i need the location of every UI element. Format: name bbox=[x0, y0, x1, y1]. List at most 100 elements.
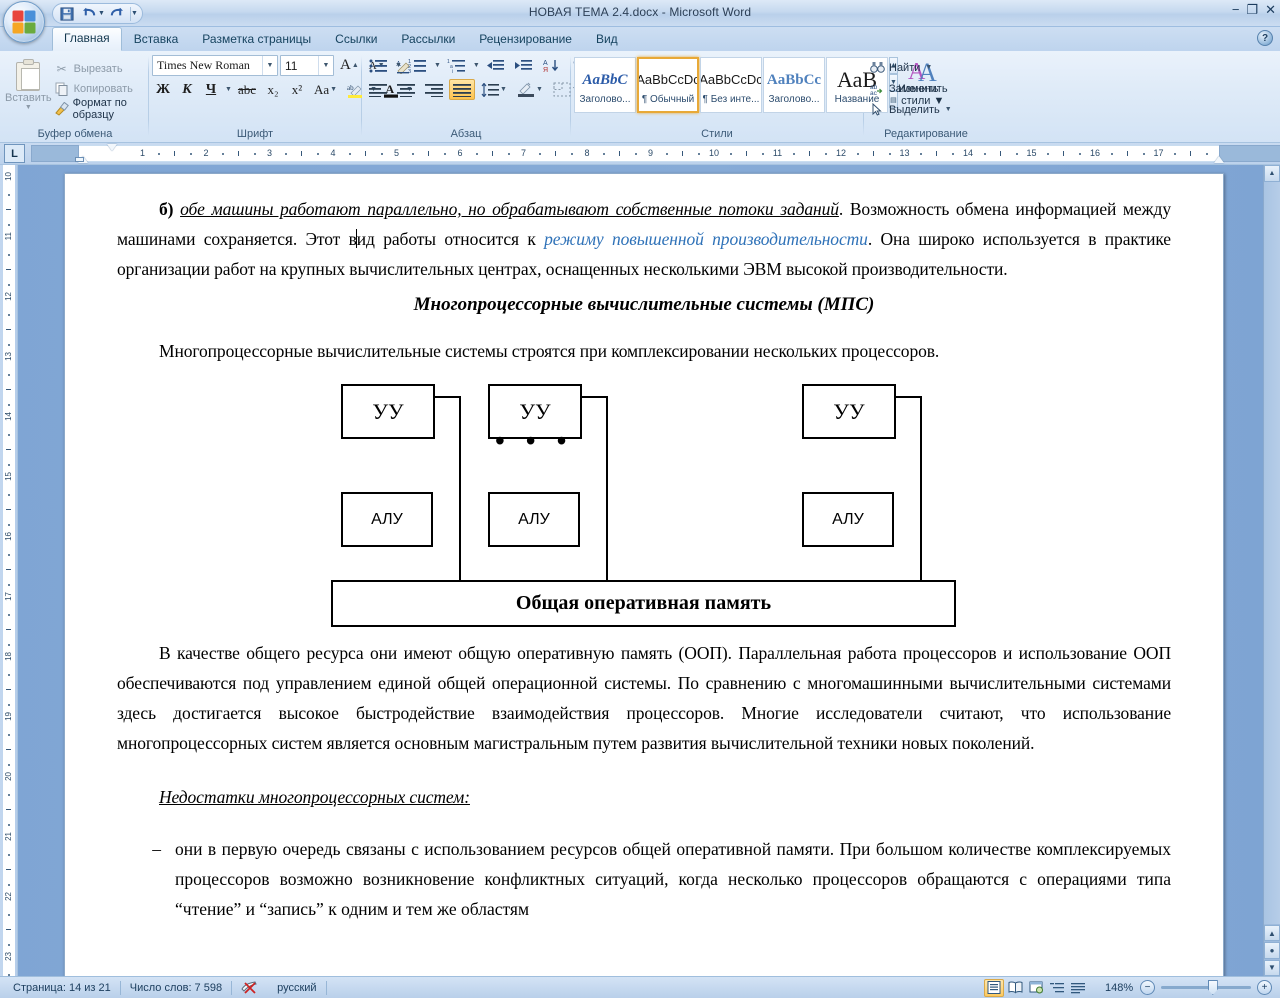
decrease-indent-icon[interactable] bbox=[482, 55, 508, 76]
font-name-chevron-down-icon[interactable]: ▼ bbox=[262, 56, 277, 75]
style-item-2[interactable]: AaBbCcDc ¶ Без инте... bbox=[700, 57, 762, 113]
next-page-icon[interactable]: ▼ bbox=[1264, 959, 1280, 976]
office-button[interactable] bbox=[3, 1, 45, 43]
language-status[interactable]: русский bbox=[268, 979, 325, 997]
select-browse-object-icon[interactable]: ● bbox=[1264, 942, 1280, 959]
close-button[interactable]: ✕ bbox=[1265, 3, 1276, 16]
draft-icon[interactable] bbox=[1068, 979, 1088, 997]
vertical-ruler[interactable]: 10 11 12 13 14 15 16 17 18 19 20 21 22 23 bbox=[0, 165, 18, 976]
shading-icon[interactable]: ▼ bbox=[513, 79, 547, 100]
ruler-left-margin-zone[interactable] bbox=[31, 145, 79, 162]
paste-dropdown-icon[interactable]: ▼ bbox=[25, 104, 32, 112]
left-indent-marker[interactable] bbox=[75, 157, 84, 162]
full-screen-reading-icon[interactable] bbox=[1005, 979, 1025, 997]
bullet-list-icon[interactable] bbox=[365, 55, 392, 76]
outline-icon[interactable] bbox=[1047, 979, 1067, 997]
previous-page-icon[interactable]: ▲ bbox=[1264, 925, 1280, 942]
multilevel-chevron-down-icon[interactable]: ▼ bbox=[473, 62, 480, 69]
line-spacing-icon[interactable]: ▼ bbox=[477, 79, 511, 100]
tab-vstavka[interactable]: Вставка bbox=[122, 28, 191, 51]
restore-button[interactable]: ❐ bbox=[1246, 3, 1258, 16]
right-indent-marker[interactable] bbox=[1214, 156, 1224, 163]
grow-font-button[interactable]: A ▲ bbox=[336, 55, 363, 76]
save-icon[interactable] bbox=[57, 5, 77, 23]
strikethrough-button[interactable]: abc bbox=[234, 79, 260, 100]
shared-memory-box[interactable]: Общая оперативная память bbox=[331, 580, 956, 627]
align-right-icon[interactable] bbox=[421, 79, 447, 100]
page-number-status[interactable]: Страница: 14 из 21 bbox=[4, 979, 120, 997]
minimize-button[interactable]: − bbox=[1232, 3, 1240, 16]
change-case-button[interactable]: Aa ▼ bbox=[310, 79, 341, 100]
font-size-combo[interactable]: 11 ▼ bbox=[280, 55, 334, 76]
redo-icon[interactable] bbox=[107, 5, 127, 23]
zoom-slider[interactable]: − + bbox=[1140, 980, 1272, 995]
first-line-indent-marker[interactable] bbox=[106, 144, 117, 151]
font-name-combo[interactable]: Times New Roman ▼ bbox=[152, 55, 278, 76]
tab-rassylki[interactable]: Рассылки bbox=[389, 28, 467, 51]
bullets-chevron-down-icon[interactable]: ▼ bbox=[395, 62, 402, 69]
find-button[interactable]: Найти ▼ bbox=[867, 58, 956, 77]
scroll-up-icon[interactable]: ▲ bbox=[1264, 165, 1280, 182]
font-size-chevron-down-icon[interactable]: ▼ bbox=[318, 56, 333, 75]
web-layout-icon[interactable] bbox=[1026, 979, 1046, 997]
undo-icon[interactable] bbox=[79, 5, 99, 23]
vruler-minor-tick bbox=[6, 449, 11, 450]
alu-box-3[interactable]: АЛУ bbox=[802, 492, 894, 547]
superscript-button[interactable]: x² bbox=[286, 79, 308, 100]
vruler-minor-tick bbox=[6, 509, 11, 510]
customize-icon[interactable]: ▼ bbox=[131, 10, 138, 17]
multilevel-list-icon[interactable]: 1 a i bbox=[443, 55, 470, 76]
increase-indent-icon[interactable] bbox=[510, 55, 536, 76]
alu-box-2[interactable]: АЛУ bbox=[488, 492, 580, 547]
zoom-level-label[interactable]: 148% bbox=[1096, 979, 1140, 997]
vertical-scroll-track[interactable] bbox=[1264, 182, 1280, 924]
document-page[interactable]: б) обе машины работают параллельно, но о… bbox=[64, 173, 1224, 976]
zoom-in-button[interactable]: + bbox=[1257, 980, 1272, 995]
ruler-track[interactable]: 1 2 3 4 5 6 7 8 9 10 11 12 13 14 15 16 17 bbox=[31, 144, 1280, 163]
tab-recenzirovanie[interactable]: Рецензирование bbox=[467, 28, 584, 51]
tab-stop-selector[interactable]: L bbox=[4, 144, 25, 163]
vertical-scrollbar[interactable]: ▲ ▲ ● ▼ bbox=[1263, 165, 1280, 976]
zoom-thumb[interactable] bbox=[1207, 980, 1218, 995]
ruler-right-margin-zone[interactable] bbox=[1219, 145, 1280, 162]
alu-box-1[interactable]: АЛУ bbox=[341, 492, 433, 547]
numbered-list-icon[interactable]: 1 2 3 bbox=[404, 55, 431, 76]
tab-glavnaya[interactable]: Главная bbox=[52, 27, 122, 51]
style-item-3[interactable]: AaBbCc Заголово... bbox=[763, 57, 825, 113]
copy-button[interactable]: Копировать bbox=[52, 79, 145, 98]
control-unit-box-1[interactable]: УУ bbox=[341, 384, 435, 439]
control-unit-box-3[interactable]: УУ bbox=[802, 384, 896, 439]
subscript-button[interactable]: x₂ bbox=[262, 79, 284, 100]
align-justify-icon[interactable] bbox=[449, 79, 475, 100]
tab-razmetka-stranicy[interactable]: Разметка страницы bbox=[190, 28, 323, 51]
print-layout-icon[interactable] bbox=[984, 978, 1004, 997]
mps-architecture-diagram[interactable]: УУ УУ УУ • • • АЛУ АЛУ АЛУ Общая операти… bbox=[117, 380, 1171, 632]
word-count-status[interactable]: Число слов: 7 598 bbox=[121, 979, 231, 997]
replace-button[interactable]: ab ac Заменить bbox=[867, 79, 956, 98]
select-button[interactable]: Выделить ▼ bbox=[867, 100, 956, 119]
help-icon[interactable]: ? bbox=[1257, 30, 1273, 46]
align-center-icon[interactable] bbox=[393, 79, 419, 100]
numbering-chevron-down-icon[interactable]: ▼ bbox=[434, 62, 441, 69]
style-item-0[interactable]: AaBbC Заголово... bbox=[574, 57, 636, 113]
proofing-errors-icon[interactable] bbox=[232, 979, 268, 997]
paste-button[interactable]: Вставить ▼ bbox=[5, 55, 52, 112]
underline-button[interactable]: Ч bbox=[200, 79, 222, 100]
tab-ssylki[interactable]: Ссылки bbox=[323, 28, 389, 51]
bold-button[interactable]: Ж bbox=[152, 79, 174, 100]
zoom-track[interactable] bbox=[1161, 980, 1251, 995]
document-scroll-area[interactable]: б) обе машины работают параллельно, но о… bbox=[18, 165, 1263, 976]
undo-dropdown-icon[interactable]: ▼ bbox=[98, 10, 105, 17]
vertical-ruler-track[interactable]: 10 11 12 13 14 15 16 17 18 19 20 21 22 23 bbox=[3, 165, 15, 976]
sort-icon[interactable]: A Я bbox=[538, 55, 564, 76]
document-content[interactable]: б) обе машины работают параллельно, но о… bbox=[117, 194, 1171, 924]
italic-button[interactable]: К bbox=[176, 79, 198, 100]
style-item-1[interactable]: AaBbCcDc ¶ Обычный bbox=[637, 57, 699, 113]
tab-vid[interactable]: Вид bbox=[584, 28, 630, 51]
zoom-out-button[interactable]: − bbox=[1140, 980, 1155, 995]
align-left-icon[interactable] bbox=[365, 79, 391, 100]
horizontal-ruler[interactable]: L 1 2 3 4 5 6 7 8 9 10 11 12 13 14 15 16 17 bbox=[0, 143, 1280, 165]
format-painter-button[interactable]: Формат по образцу bbox=[52, 97, 145, 121]
cut-button[interactable]: ✂ Вырезать bbox=[52, 59, 145, 78]
underline-chevron-down-icon[interactable]: ▼ bbox=[225, 86, 232, 93]
